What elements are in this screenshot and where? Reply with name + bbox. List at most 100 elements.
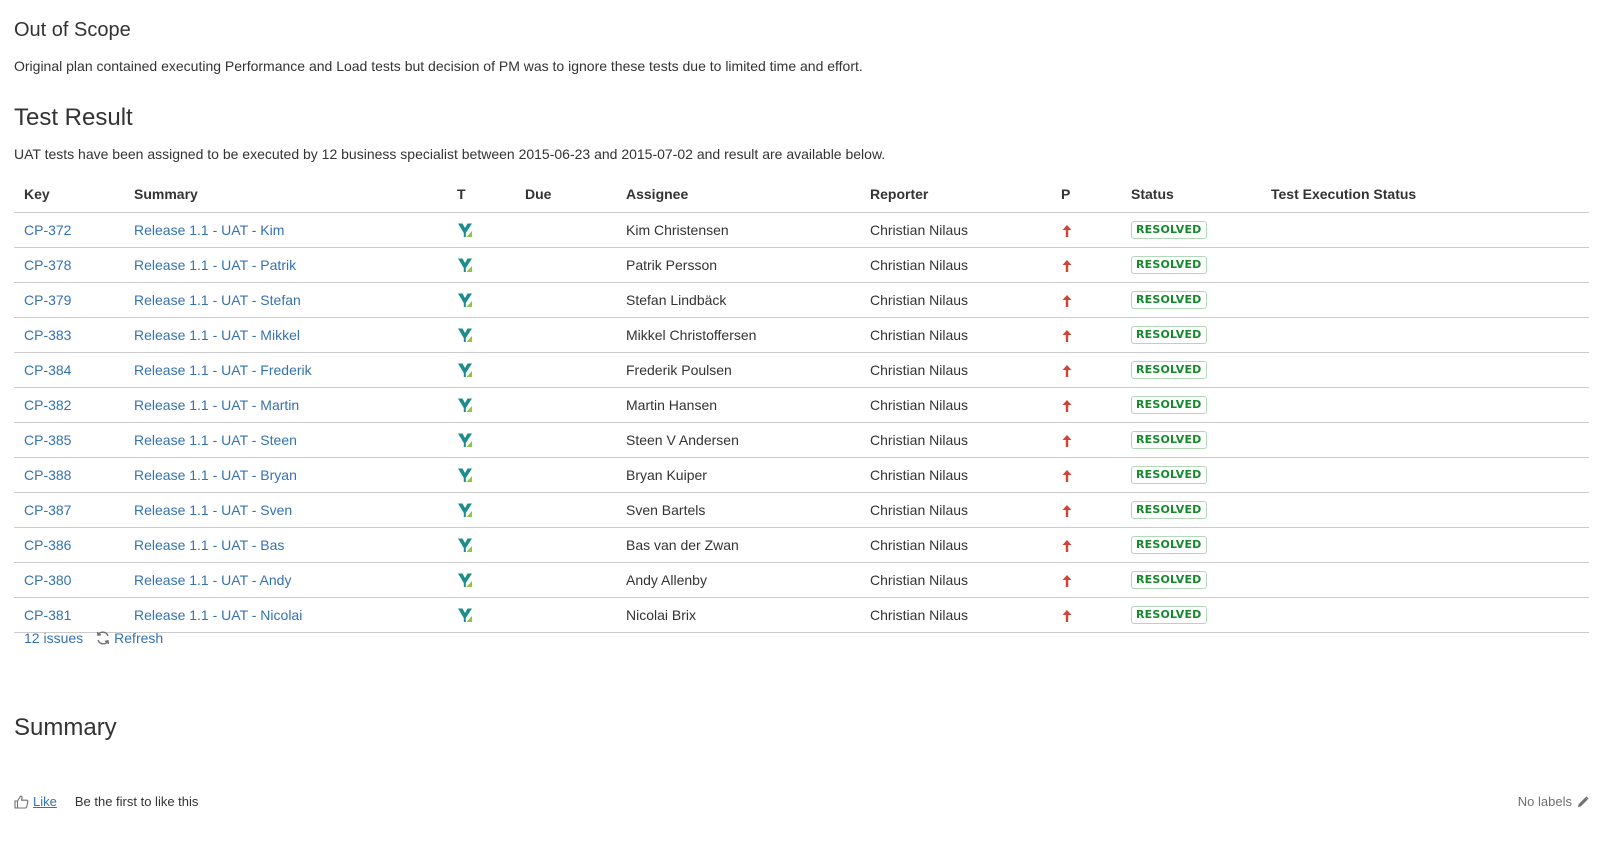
priority-major-arrow-icon [1061, 609, 1073, 623]
issue-type-cell [447, 457, 515, 493]
issue-due-cell [515, 387, 616, 423]
test-type-icon [457, 222, 473, 238]
column-header-test-execution-status[interactable]: Test Execution Status [1261, 176, 1589, 213]
priority-major-arrow-icon [1061, 294, 1073, 308]
column-header-priority[interactable]: P [1051, 176, 1121, 213]
column-header-assignee[interactable]: Assignee [616, 176, 860, 213]
issue-type-cell [447, 282, 515, 318]
issue-assignee-cell: Bas van der Zwan [616, 527, 860, 563]
like-label: Like [33, 794, 57, 809]
test-type-icon [457, 257, 473, 273]
issue-summary-link[interactable]: Release 1.1 - UAT - Mikkel [134, 327, 300, 343]
issue-summary-cell: Release 1.1 - UAT - Steen [124, 422, 447, 458]
issue-count-link[interactable]: 12 issues [24, 630, 83, 646]
issue-key-link[interactable]: CP-379 [24, 292, 71, 308]
table-row: CP-386 Release 1.1 - UAT - Bas Bas van der… [14, 527, 1589, 563]
column-header-due[interactable]: Due [515, 176, 616, 213]
like-button[interactable]: Like [14, 794, 57, 809]
issue-status-cell: RESOLVED [1121, 247, 1261, 283]
issue-key-link[interactable]: CP-383 [24, 327, 71, 343]
priority-major-arrow-icon [1061, 504, 1073, 518]
issue-summary-cell: Release 1.1 - UAT - Patrik [124, 247, 447, 283]
column-header-status[interactable]: Status [1121, 176, 1261, 213]
status-badge: RESOLVED [1131, 606, 1207, 624]
priority-major-arrow-icon [1061, 434, 1073, 448]
issue-due-cell [515, 352, 616, 388]
issue-summary-link[interactable]: Release 1.1 - UAT - Sven [134, 502, 292, 518]
issue-key-link[interactable]: CP-388 [24, 467, 71, 483]
issue-summary-cell: Release 1.1 - UAT - Stefan [124, 282, 447, 318]
issue-summary-link[interactable]: Release 1.1 - UAT - Nicolai [134, 607, 302, 623]
issue-type-cell [447, 317, 515, 353]
test-type-icon [457, 572, 473, 588]
refresh-button[interactable]: Refresh [95, 630, 163, 646]
out-of-scope-heading: Out of Scope [14, 19, 131, 41]
issue-summary-link[interactable]: Release 1.1 - UAT - Steen [134, 432, 297, 448]
issue-priority-cell [1051, 317, 1121, 353]
test-type-icon [457, 467, 473, 483]
priority-major-arrow-icon [1061, 399, 1073, 413]
priority-major-arrow-icon [1061, 329, 1073, 343]
status-badge: RESOLVED [1131, 221, 1207, 239]
issue-status-cell: RESOLVED [1121, 387, 1261, 423]
test-type-icon [457, 502, 473, 518]
issue-key-link[interactable]: CP-380 [24, 572, 71, 588]
issue-key-link[interactable]: CP-385 [24, 432, 71, 448]
test-execution-status-cell [1261, 212, 1589, 248]
column-header-type[interactable]: T [447, 176, 515, 213]
issue-key-link[interactable]: CP-372 [24, 222, 71, 238]
issue-due-cell [515, 597, 616, 633]
pencil-icon[interactable] [1577, 795, 1589, 808]
column-header-summary[interactable]: Summary [124, 176, 447, 213]
issue-key-link[interactable]: CP-381 [24, 607, 71, 623]
issue-assignee-cell: Frederik Poulsen [616, 352, 860, 388]
test-execution-status-cell [1261, 597, 1589, 633]
issue-assignee-cell: Bryan Kuiper [616, 457, 860, 493]
out-of-scope-description: Original plan contained executing Perfor… [14, 58, 863, 74]
issue-summary-cell: Release 1.1 - UAT - Kim [124, 212, 447, 248]
table-row: CP-385 Release 1.1 - UAT - Steen Steen V A… [14, 422, 1589, 458]
test-execution-status-cell [1261, 562, 1589, 598]
issue-summary-link[interactable]: Release 1.1 - UAT - Frederik [134, 362, 312, 378]
issue-priority-cell [1051, 352, 1121, 388]
issue-key-link[interactable]: CP-386 [24, 537, 71, 553]
table-row: CP-387 Release 1.1 - UAT - Sven Sven Barte… [14, 492, 1589, 528]
issue-assignee-cell: Mikkel Christoffersen [616, 317, 860, 353]
test-type-icon [457, 327, 473, 343]
issue-type-cell [447, 527, 515, 563]
issue-key-link[interactable]: CP-382 [24, 397, 71, 413]
priority-major-arrow-icon [1061, 259, 1073, 273]
issue-summary-link[interactable]: Release 1.1 - UAT - Martin [134, 397, 299, 413]
issue-priority-cell [1051, 282, 1121, 318]
issue-priority-cell [1051, 597, 1121, 633]
table-row: CP-381 Release 1.1 - UAT - Nicolai Nicolai… [14, 597, 1589, 633]
issue-reporter-cell: Christian Nilaus [860, 282, 1051, 318]
status-badge: RESOLVED [1131, 536, 1207, 554]
issue-assignee-cell: Steen V Andersen [616, 422, 860, 458]
issue-key-cell: CP-385 [14, 422, 124, 458]
issue-summary-cell: Release 1.1 - UAT - Bas [124, 527, 447, 563]
issue-key-link[interactable]: CP-387 [24, 502, 71, 518]
test-type-icon [457, 537, 473, 553]
issue-type-cell [447, 422, 515, 458]
issue-status-cell: RESOLVED [1121, 282, 1261, 318]
status-badge: RESOLVED [1131, 396, 1207, 414]
issue-summary-link[interactable]: Release 1.1 - UAT - Kim [134, 222, 284, 238]
issue-key-link[interactable]: CP-384 [24, 362, 71, 378]
status-badge: RESOLVED [1131, 326, 1207, 344]
issue-summary-link[interactable]: Release 1.1 - UAT - Bas [134, 537, 284, 553]
column-header-reporter[interactable]: Reporter [860, 176, 1051, 213]
table-row: CP-378 Release 1.1 - UAT - Patrik Patrik P… [14, 247, 1589, 283]
issue-key-link[interactable]: CP-378 [24, 257, 71, 273]
issue-priority-cell [1051, 562, 1121, 598]
issue-summary-link[interactable]: Release 1.1 - UAT - Stefan [134, 292, 301, 308]
issue-type-cell [447, 562, 515, 598]
issue-summary-link[interactable]: Release 1.1 - UAT - Bryan [134, 467, 297, 483]
issue-summary-link[interactable]: Release 1.1 - UAT - Andy [134, 572, 291, 588]
issue-summary-cell: Release 1.1 - UAT - Frederik [124, 352, 447, 388]
issue-summary-link[interactable]: Release 1.1 - UAT - Patrik [134, 257, 296, 273]
table-footer: 12 issues Refresh [24, 630, 163, 646]
test-type-icon [457, 397, 473, 413]
column-header-key[interactable]: Key [14, 176, 124, 213]
test-execution-status-cell [1261, 527, 1589, 563]
